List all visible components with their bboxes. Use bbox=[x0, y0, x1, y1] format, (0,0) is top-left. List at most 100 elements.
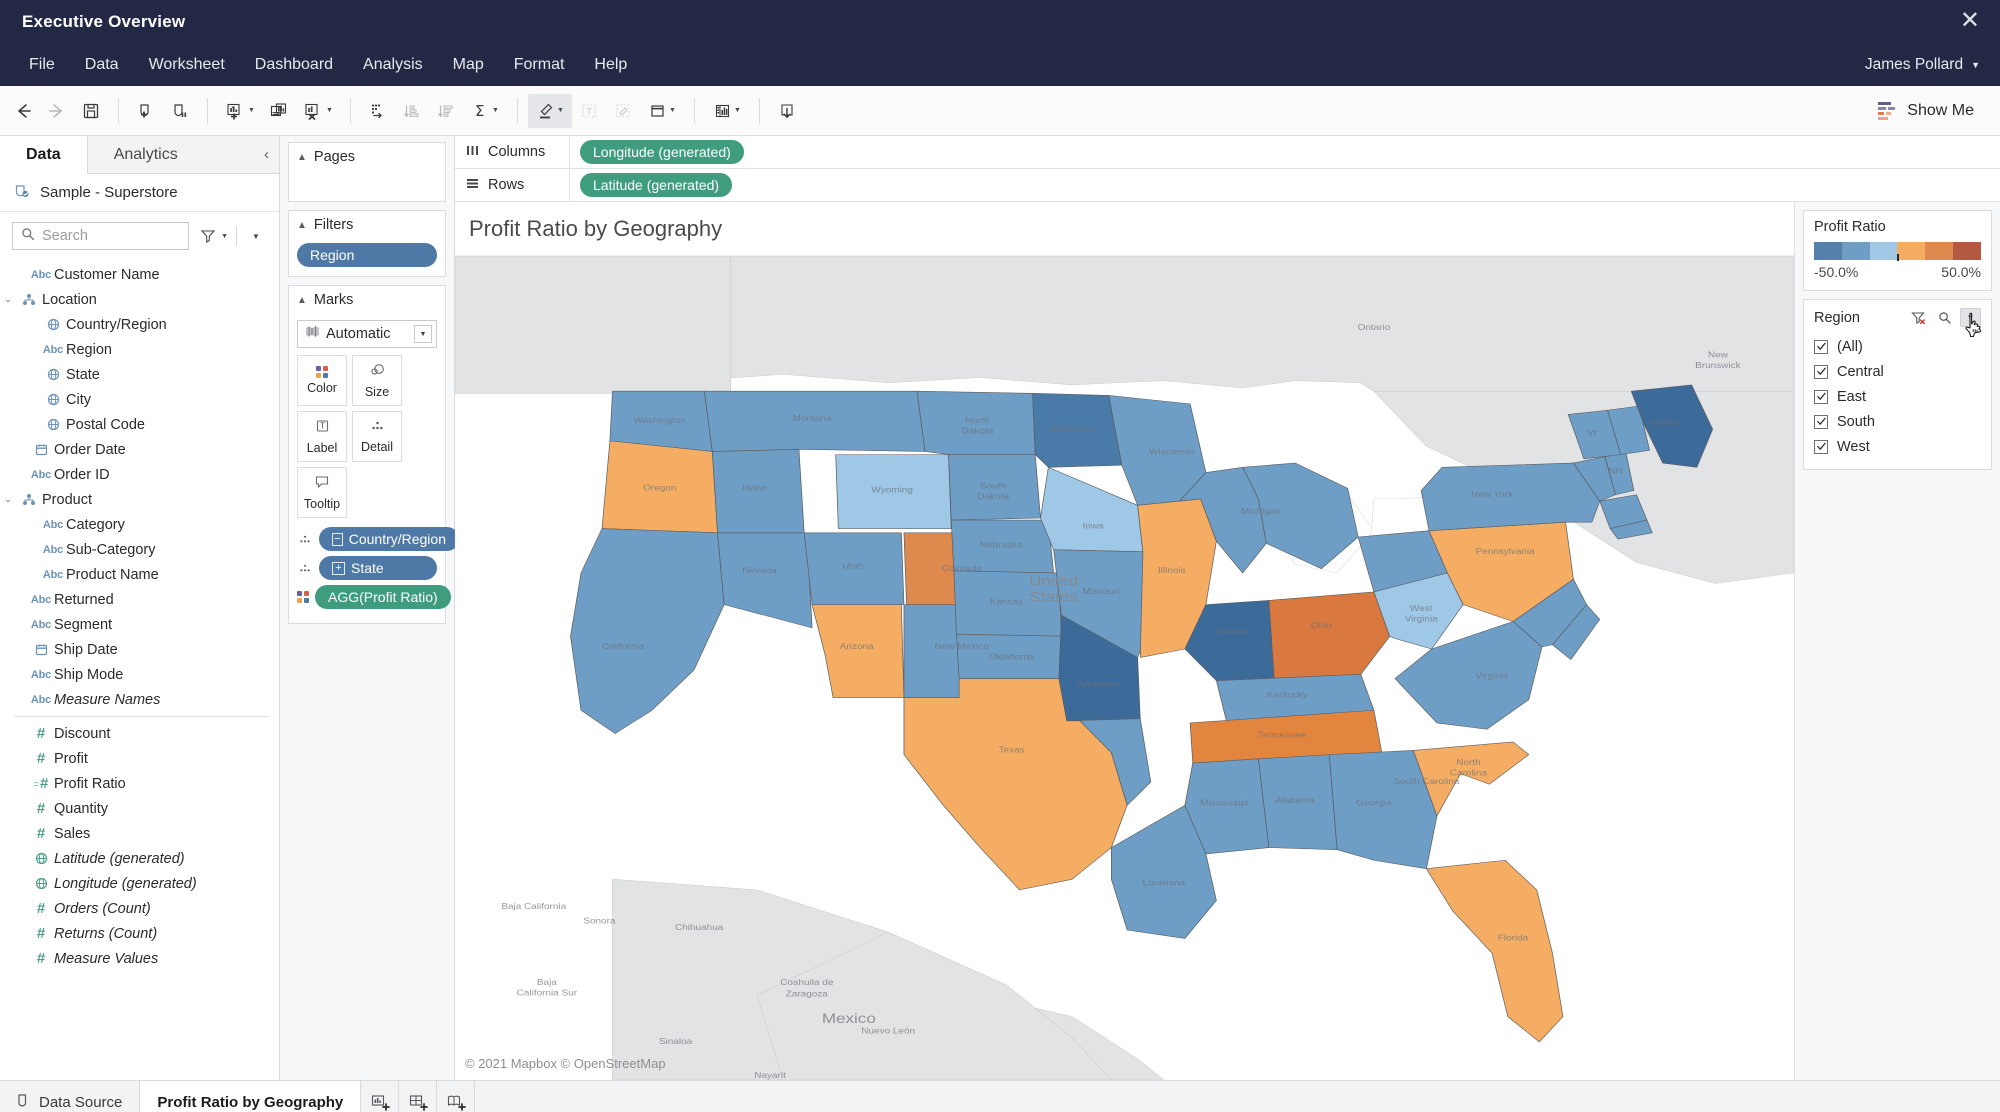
filter-pill-region[interactable]: Region bbox=[297, 243, 437, 267]
data-source-item[interactable]: Sample - Superstore bbox=[0, 174, 279, 212]
show-hide-cards-icon[interactable]: ▼ bbox=[705, 94, 749, 128]
field-item-quantity[interactable]: # Quantity bbox=[0, 796, 279, 821]
chevron-down-icon[interactable]: ▼ bbox=[221, 233, 228, 240]
duplicate-sheet-icon[interactable] bbox=[262, 94, 296, 128]
region-filter-item-south[interactable]: South bbox=[1814, 409, 1981, 434]
checkbox[interactable] bbox=[1814, 414, 1828, 429]
mark-pill-country-region[interactable]: − Country/Region bbox=[319, 527, 459, 551]
menu-item-file[interactable]: File bbox=[14, 50, 70, 80]
menu-item-analysis[interactable]: Analysis bbox=[348, 50, 438, 80]
region-filter-item-all[interactable]: (All) bbox=[1814, 334, 1981, 359]
region-filter-item-central[interactable]: Central bbox=[1814, 359, 1981, 384]
map-canvas[interactable]: Washington Oregon California Nevada Idaho Mon… bbox=[455, 256, 1794, 1080]
save-icon[interactable] bbox=[74, 94, 108, 128]
chevron-down-icon[interactable]: ▼ bbox=[414, 325, 432, 343]
checkbox[interactable] bbox=[1814, 439, 1828, 454]
field-item-discount[interactable]: # Discount bbox=[0, 721, 279, 746]
marks-tooltip-button[interactable]: Tooltip bbox=[297, 467, 347, 518]
marks-card-header[interactable]: ▲ Marks bbox=[289, 286, 445, 314]
field-item-measure-names[interactable]: Abc Measure Names bbox=[0, 687, 279, 712]
field-item-product[interactable]: ⌄ Product bbox=[0, 487, 279, 512]
expand-chevron-icon[interactable]: ⌄ bbox=[0, 494, 16, 505]
field-item-longitude-generated[interactable]: Longitude (generated) bbox=[0, 871, 279, 896]
region-filter-item-west[interactable]: West bbox=[1814, 434, 1981, 459]
filter-fields-icon[interactable] bbox=[197, 225, 219, 247]
choropleth-map[interactable]: Washington Oregon California Nevada Idaho Mon… bbox=[455, 256, 1794, 1080]
back-arrow-icon[interactable] bbox=[6, 94, 40, 128]
clear-filter-icon[interactable] bbox=[1908, 308, 1929, 327]
field-item-product-name[interactable]: Abc Product Name bbox=[0, 562, 279, 587]
field-item-sales[interactable]: # Sales bbox=[0, 821, 279, 846]
mark-pill-agg-profit-ratio[interactable]: AGG(Profit Ratio) bbox=[315, 585, 451, 609]
columns-pill-longitude[interactable]: Longitude (generated) bbox=[580, 140, 744, 164]
filters-card-header[interactable]: ▲ Filters bbox=[289, 211, 445, 239]
sort-descending-icon[interactable] bbox=[429, 94, 463, 128]
clear-sheet-icon[interactable]: ▼ bbox=[296, 94, 340, 128]
fix-axes-icon[interactable] bbox=[606, 94, 640, 128]
search-icon[interactable] bbox=[1934, 308, 1955, 327]
swap-rows-columns-icon[interactable] bbox=[361, 94, 395, 128]
sort-ascending-icon[interactable] bbox=[395, 94, 429, 128]
field-item-category[interactable]: Abc Category bbox=[0, 512, 279, 537]
new-worksheet-icon[interactable]: ▼ bbox=[218, 94, 262, 128]
search-input[interactable] bbox=[42, 228, 181, 244]
field-item-order-date[interactable]: Order Date bbox=[0, 437, 279, 462]
field-item-city[interactable]: City bbox=[0, 387, 279, 412]
expand-chevron-icon[interactable]: ⌄ bbox=[0, 294, 16, 305]
field-item-sub-category[interactable]: Abc Sub-Category bbox=[0, 537, 279, 562]
tab-data[interactable]: Data bbox=[0, 136, 88, 174]
mark-type-dropdown[interactable]: Automatic ▼ bbox=[297, 320, 437, 348]
field-item-postal-code[interactable]: Postal Code bbox=[0, 412, 279, 437]
group-members-icon[interactable]: ▼ bbox=[640, 94, 684, 128]
region-filter-item-east[interactable]: East bbox=[1814, 384, 1981, 409]
highlight-icon[interactable]: ▼ bbox=[528, 93, 572, 128]
field-item-segment[interactable]: Abc Segment bbox=[0, 612, 279, 637]
field-item-region[interactable]: Abc Region bbox=[0, 337, 279, 362]
forward-arrow-icon[interactable] bbox=[40, 94, 74, 128]
new-story-icon[interactable] bbox=[437, 1081, 476, 1112]
pages-card-header[interactable]: ▲ Pages bbox=[289, 143, 445, 171]
color-gradient-bar[interactable] bbox=[1814, 242, 1981, 261]
new-worksheet-icon[interactable] bbox=[361, 1081, 400, 1112]
new-data-source-icon[interactable] bbox=[129, 94, 163, 128]
new-dashboard-icon[interactable] bbox=[399, 1081, 438, 1112]
marks-detail-button[interactable]: Detail bbox=[352, 411, 402, 462]
labels-icon[interactable]: T bbox=[572, 94, 606, 128]
filters-drop-zone[interactable]: Region bbox=[289, 239, 445, 276]
columns-drop-zone[interactable]: Longitude (generated) bbox=[570, 136, 2000, 169]
data-source-tab[interactable]: Data Source bbox=[0, 1081, 141, 1112]
field-item-returns-count[interactable]: # Returns (Count) bbox=[0, 921, 279, 946]
menu-item-help[interactable]: Help bbox=[579, 50, 642, 80]
menu-item-worksheet[interactable]: Worksheet bbox=[134, 50, 240, 80]
field-item-ship-date[interactable]: Ship Date bbox=[0, 637, 279, 662]
tab-analytics[interactable]: Analytics bbox=[88, 136, 204, 174]
marks-color-button[interactable]: Color bbox=[297, 355, 347, 406]
field-item-order-id[interactable]: Abc Order ID bbox=[0, 462, 279, 487]
field-item-profit-ratio[interactable]: = # Profit Ratio bbox=[0, 771, 279, 796]
field-item-country-region[interactable]: Country/Region bbox=[0, 312, 279, 337]
totals-icon[interactable]: Σ ▼ bbox=[463, 94, 507, 128]
checkbox[interactable] bbox=[1814, 364, 1828, 379]
search-box[interactable] bbox=[12, 222, 190, 250]
more-options-icon[interactable]: ▼ bbox=[1960, 308, 1981, 327]
rows-drop-zone[interactable]: Latitude (generated) bbox=[570, 169, 2000, 202]
field-item-returned[interactable]: Abc Returned bbox=[0, 587, 279, 612]
download-icon[interactable] bbox=[770, 94, 804, 128]
show-me-button[interactable]: Show Me bbox=[1870, 95, 1982, 127]
rows-pill-latitude[interactable]: Latitude (generated) bbox=[580, 173, 733, 197]
field-item-state[interactable]: State bbox=[0, 362, 279, 387]
field-item-location[interactable]: ⌄ Location bbox=[0, 287, 279, 312]
menu-item-map[interactable]: Map bbox=[438, 50, 499, 80]
pause-data-source-icon[interactable] bbox=[163, 94, 197, 128]
checkbox[interactable] bbox=[1814, 339, 1828, 354]
menu-item-dashboard[interactable]: Dashboard bbox=[240, 50, 348, 80]
collapse-pane-icon[interactable]: ‹ bbox=[264, 146, 269, 163]
checkbox[interactable] bbox=[1814, 389, 1828, 404]
pages-drop-zone[interactable] bbox=[289, 171, 445, 201]
marks-size-button[interactable]: Size bbox=[352, 355, 402, 406]
menu-item-data[interactable]: Data bbox=[70, 50, 134, 80]
menu-item-format[interactable]: Format bbox=[499, 50, 580, 80]
field-item-ship-mode[interactable]: Abc Ship Mode bbox=[0, 662, 279, 687]
field-item-customer-name[interactable]: Abc Customer Name bbox=[0, 262, 279, 287]
field-item-orders-count[interactable]: # Orders (Count) bbox=[0, 896, 279, 921]
